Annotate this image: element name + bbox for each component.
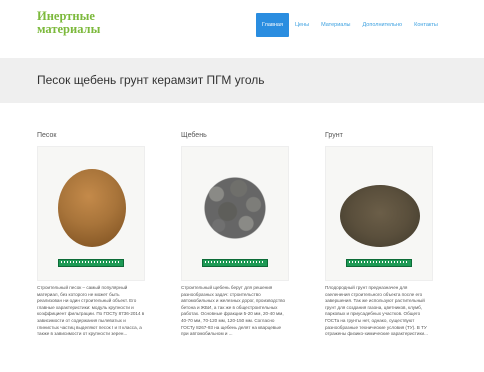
nav-item-home[interactable]: Главная — [256, 13, 289, 37]
material-description: Плодородный грунт предназначен для озеле… — [325, 285, 428, 337]
material-title[interactable]: Грунт — [325, 132, 433, 146]
site-header: Инертные материалы Главная Цены Материал… — [0, 0, 484, 50]
soil-pile — [340, 185, 420, 247]
sand-pile — [58, 169, 126, 247]
main-nav: Главная Цены Материалы Дополнительно Кон… — [256, 13, 444, 37]
nav-item-prices[interactable]: Цены — [289, 13, 315, 37]
material-title[interactable]: Щебень — [181, 132, 289, 146]
material-description: Строительный песок – самый популярный ма… — [37, 285, 145, 337]
ruler-icon — [346, 259, 412, 267]
logo-line-2: материалы — [37, 22, 101, 36]
ruler-icon — [58, 259, 124, 267]
site-logo[interactable]: Инертные материалы — [37, 10, 100, 36]
gravel-pile-photo[interactable] — [181, 146, 289, 281]
material-title[interactable]: Песок — [37, 132, 145, 146]
page-title: Песок щебень грунт керамзит ПГМ уголь — [37, 73, 265, 87]
ruler-icon — [202, 259, 268, 267]
material-card-soil: Грунт Плодородный грунт предназначен для… — [325, 132, 433, 357]
material-description: Строительный щебень берут для решения ра… — [181, 285, 286, 337]
page-banner: Песок щебень грунт керамзит ПГМ уголь — [0, 58, 484, 103]
material-card-sand: Песок Строительный песок – самый популяр… — [37, 132, 145, 357]
nav-item-additional[interactable]: Дополнительно — [357, 13, 409, 37]
nav-item-contacts[interactable]: Контакты — [408, 13, 444, 37]
nav-item-materials[interactable]: Материалы — [315, 13, 356, 37]
sand-pile-photo[interactable] — [37, 146, 145, 281]
gravel-pile — [198, 173, 272, 243]
soil-pile-photo[interactable] — [325, 146, 433, 281]
material-card-gravel: Щебень Строительный щебень берут для реш… — [181, 132, 289, 357]
